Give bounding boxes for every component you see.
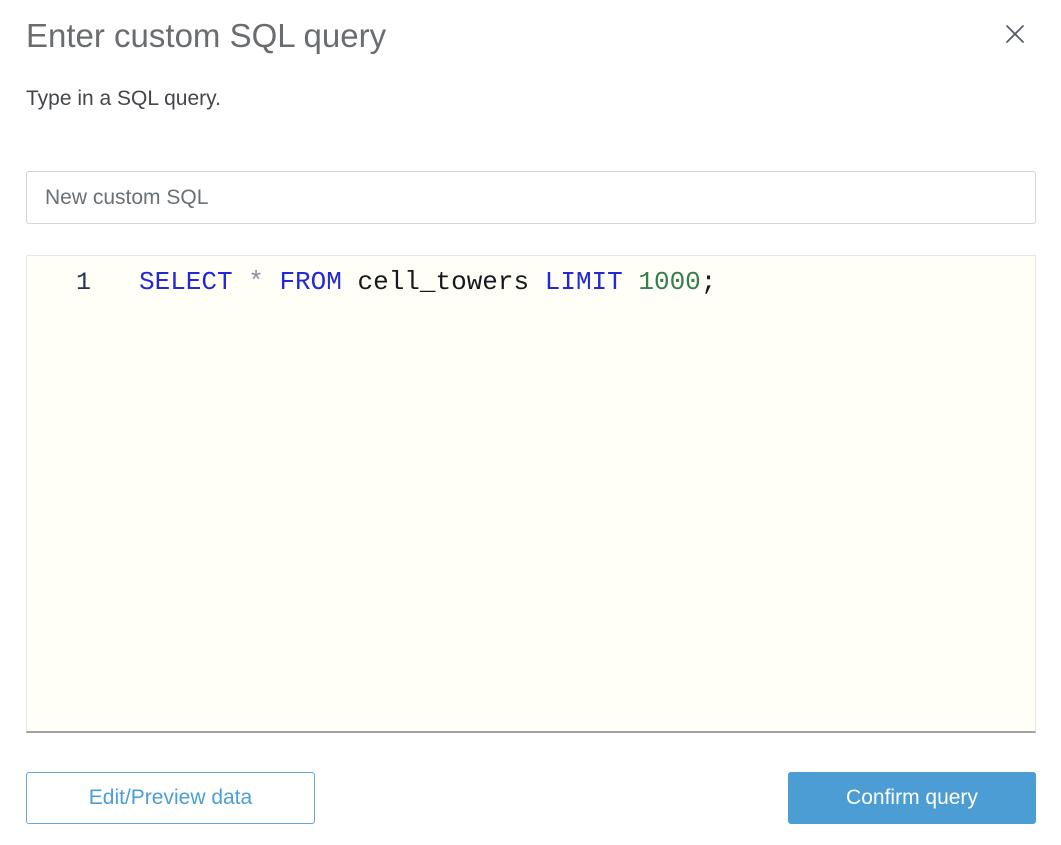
code-token: LIMIT — [544, 267, 623, 297]
code-token: SELECT — [139, 267, 233, 297]
close-button[interactable] — [999, 18, 1031, 50]
custom-sql-name-input[interactable] — [26, 171, 1036, 224]
close-icon — [1005, 24, 1025, 44]
dialog-footer: Edit/Preview data Confirm query — [26, 772, 1036, 824]
sql-code-editor[interactable]: 1 SELECT * FROM cell_towers LIMIT 1000; — [26, 255, 1036, 733]
custom-sql-dialog: Enter custom SQL query Type in a SQL que… — [0, 0, 1061, 845]
page-title: Enter custom SQL query — [26, 17, 387, 54]
code-line[interactable]: SELECT * FROM cell_towers LIMIT 1000; — [91, 256, 716, 299]
code-token: 1000 — [638, 267, 701, 297]
edit-preview-data-button[interactable]: Edit/Preview data — [26, 772, 315, 824]
code-token: ; — [700, 267, 717, 297]
confirm-query-button[interactable]: Confirm query — [788, 772, 1036, 824]
code-token: FROM — [279, 267, 342, 297]
line-number: 1 — [75, 268, 91, 297]
editor-gutter: 1 — [27, 256, 91, 299]
dialog-subtitle: Type in a SQL query. — [26, 87, 221, 110]
code-token: cell_towers — [357, 267, 530, 297]
code-token: * — [248, 267, 264, 297]
